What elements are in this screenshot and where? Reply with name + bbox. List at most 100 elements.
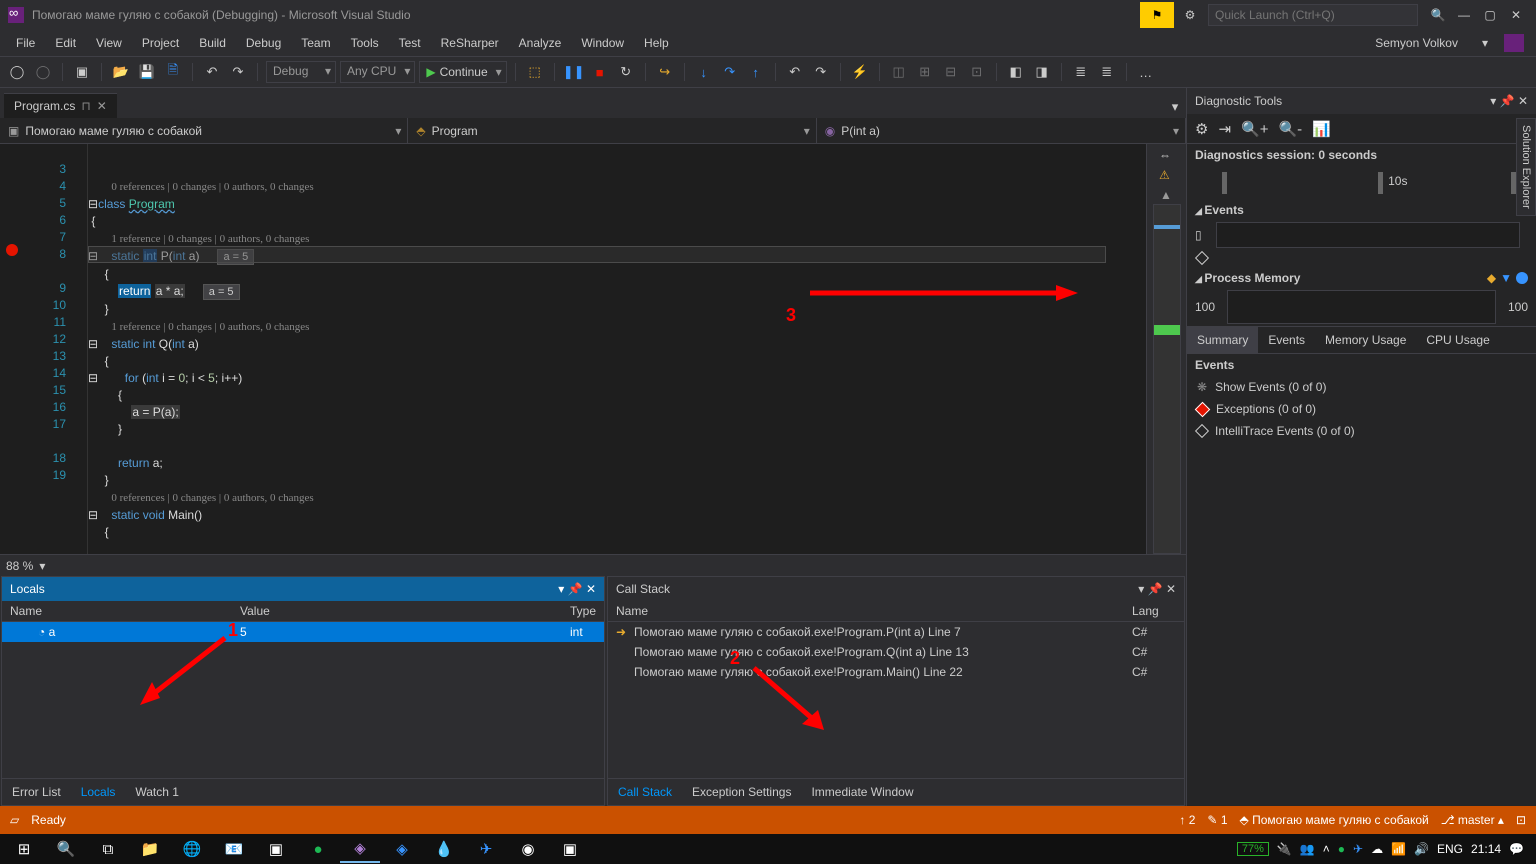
tab-immediate[interactable]: Immediate Window	[801, 779, 923, 805]
gear-icon[interactable]: ⚙	[1195, 120, 1208, 138]
open-icon[interactable]: 📂	[110, 61, 132, 83]
undo-icon[interactable]: ↶	[201, 61, 223, 83]
save-icon[interactable]: 💾	[136, 61, 158, 83]
tab-callstack[interactable]: Call Stack	[608, 779, 682, 805]
menu-build[interactable]: Build	[189, 32, 236, 54]
locals-header[interactable]: Locals ▾ 📌 ✕	[2, 577, 604, 601]
chrome-icon[interactable]: 🌐	[172, 835, 212, 863]
layout-icon[interactable]: ◫	[888, 61, 910, 83]
close-icon[interactable]: ✕	[586, 582, 596, 596]
chart-icon[interactable]: 📊	[1312, 120, 1331, 138]
events-header[interactable]: Events	[1187, 200, 1536, 220]
tab-exception-settings[interactable]: Exception Settings	[682, 779, 801, 805]
notifications-icon[interactable]: 💬	[1509, 842, 1524, 856]
tab-dropdown-icon[interactable]: ▾	[1164, 96, 1186, 118]
timeline[interactable]: 10s	[1195, 168, 1528, 198]
branch-icon[interactable]: ⎇ master ▴	[1441, 813, 1504, 827]
process-icon[interactable]: ⬚	[524, 61, 546, 83]
code-editor[interactable]: 3 4 5 6 7 8 9 10 11 12 13 14 15 16 17 18…	[0, 144, 1186, 554]
app2-icon[interactable]: ◉	[508, 835, 548, 863]
tray-time[interactable]: 21:14	[1471, 842, 1501, 856]
dropdown-icon[interactable]: ▾	[1138, 582, 1144, 596]
terminal-icon[interactable]: ▣	[256, 835, 296, 863]
step-over-icon[interactable]: ↷	[719, 61, 741, 83]
dropdown-icon[interactable]: ▾	[1490, 94, 1496, 108]
memory-header[interactable]: Process Memory	[1195, 268, 1300, 288]
notification-flag-icon[interactable]: ⚑	[1140, 2, 1174, 28]
show-next-icon[interactable]: ↪	[654, 61, 676, 83]
minimize-button[interactable]: —	[1452, 3, 1476, 27]
breakpoint-icon[interactable]	[6, 244, 18, 256]
tray-up-icon[interactable]: ˄	[1323, 842, 1330, 856]
indent-icon[interactable]: ≣	[1070, 61, 1092, 83]
nav-class[interactable]: ⬘Program	[408, 118, 816, 143]
outlook-icon[interactable]: 📧	[214, 835, 254, 863]
col-lang[interactable]: Lang	[1124, 601, 1184, 621]
step-out-icon[interactable]: ↑	[745, 61, 767, 83]
explorer-icon[interactable]: 📁	[130, 835, 170, 863]
config-dropdown[interactable]: Debug	[266, 61, 336, 83]
menu-view[interactable]: View	[86, 32, 132, 54]
event-intellitrace[interactable]: IntelliTrace Events (0 of 0)	[1187, 420, 1536, 442]
avatar[interactable]	[1504, 34, 1524, 52]
pin-icon[interactable]: 📌	[1148, 582, 1163, 596]
restart-icon[interactable]: ↻	[615, 61, 637, 83]
more-icon[interactable]: …	[1135, 61, 1157, 83]
step-into-icon[interactable]: ↓	[693, 61, 715, 83]
col-name[interactable]: Name	[608, 601, 1124, 621]
menu-analyze[interactable]: Analyze	[509, 32, 572, 54]
spotify-icon[interactable]: ●	[298, 835, 338, 863]
pin-icon[interactable]: ⊓	[81, 99, 90, 113]
tray-telegram-icon[interactable]: ✈	[1353, 842, 1363, 856]
tab-locals[interactable]: Locals	[71, 779, 126, 805]
search-icon[interactable]: 🔍	[1426, 3, 1450, 27]
col-value[interactable]: Value	[232, 601, 562, 621]
people-icon[interactable]: 👥	[1300, 842, 1315, 856]
new-item-icon[interactable]: ▣	[71, 61, 93, 83]
chevron-down-icon[interactable]: ▾	[39, 559, 45, 573]
tab-summary[interactable]: Summary	[1187, 327, 1258, 353]
menu-resharper[interactable]: ReSharper	[431, 32, 509, 54]
close-icon[interactable]: ✕	[1166, 582, 1176, 596]
stop-icon[interactable]: ■	[589, 61, 611, 83]
maximize-button[interactable]: ▢	[1478, 3, 1502, 27]
menu-tools[interactable]: Tools	[341, 32, 389, 54]
zoom-out-icon[interactable]: 🔍-	[1278, 120, 1302, 138]
nav-member[interactable]: ◉P(int a)	[817, 118, 1186, 143]
nav-back-icon[interactable]: ◯	[6, 61, 28, 83]
undo2-icon[interactable]: ↶	[784, 61, 806, 83]
platform-dropdown[interactable]: Any CPU	[340, 61, 415, 83]
stack-row[interactable]: Помогаю маме гуляю с собакой.exe!Program…	[608, 662, 1184, 682]
pause-icon[interactable]: ❚❚	[563, 61, 585, 83]
continue-button[interactable]: ▶Continue	[419, 61, 506, 83]
event-show[interactable]: ❋Show Events (0 of 0)	[1187, 376, 1536, 398]
bookmark-icon[interactable]: ◧	[1005, 61, 1027, 83]
dropdown-icon[interactable]: ▾	[558, 582, 564, 596]
layout3-icon[interactable]: ⊟	[940, 61, 962, 83]
nav-project[interactable]: ▣Помогаю маме гуляю с собакой	[0, 118, 408, 143]
snapshot-icon[interactable]: ▼	[1500, 271, 1512, 285]
start-button[interactable]: ⊞	[4, 835, 44, 863]
zoom-in-icon[interactable]: 🔍+	[1241, 120, 1268, 138]
repo-icon[interactable]: ⊡	[1516, 813, 1526, 827]
tab-program-cs[interactable]: Program.cs ⊓ ✕	[4, 93, 117, 118]
menu-file[interactable]: File	[6, 32, 45, 54]
app3-icon[interactable]: ▣	[550, 835, 590, 863]
col-type[interactable]: Type	[562, 601, 604, 621]
pin-icon[interactable]: 📌	[1500, 94, 1515, 108]
outdent-icon[interactable]: ≣	[1096, 61, 1118, 83]
vs-icon[interactable]: ◈	[340, 835, 380, 863]
app-icon[interactable]: 💧	[424, 835, 464, 863]
power-icon[interactable]: 🔌	[1277, 842, 1292, 856]
tray-onedrive-icon[interactable]: ☁	[1371, 842, 1383, 856]
project-icon[interactable]: ⬘ Помогаю маме гуляю с собакой	[1240, 813, 1429, 827]
changes-icon[interactable]: ✎ 1	[1207, 813, 1227, 827]
solution-explorer-tab[interactable]: Solution Explorer	[1516, 118, 1536, 216]
menu-project[interactable]: Project	[132, 32, 189, 54]
stack-row[interactable]: ➜ Помогаю маме гуляю с собакой.exe!Progr…	[608, 622, 1184, 642]
callstack-header[interactable]: Call Stack ▾ 📌 ✕	[608, 577, 1184, 601]
xaml-icon[interactable]: ⚡	[849, 61, 871, 83]
private-bytes-icon[interactable]	[1516, 272, 1528, 284]
chevron-down-icon[interactable]: ▾	[1472, 32, 1498, 54]
close-icon[interactable]: ✕	[1518, 94, 1528, 108]
